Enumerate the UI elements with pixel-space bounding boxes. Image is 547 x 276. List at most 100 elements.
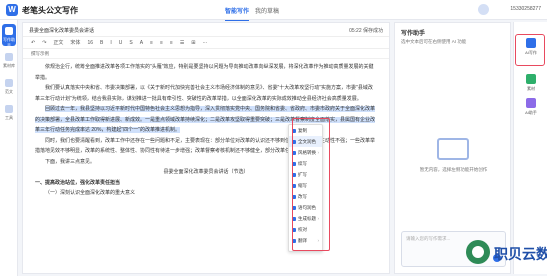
toolbar-button[interactable]: B	[100, 40, 103, 46]
app-logo: W	[6, 4, 18, 16]
context-menu-item[interactable]: 翻译 ›	[289, 235, 322, 246]
rstrip-item-ai-assistant[interactable]: AI助手	[520, 98, 542, 116]
menu-item-icon	[292, 139, 296, 144]
panel-title: 写作助手	[401, 31, 426, 37]
nav-item-writing-assistant[interactable]: 写作助手	[2, 24, 16, 48]
menu-item-label: 缩写	[298, 183, 307, 188]
folder-icon	[5, 53, 13, 61]
document-editor[interactable]: 县委全面深化改革委员会讲话 05:22 保存成功 ↶ ↷ 正文 宋体 16 B I U S A ≡ ≡…	[22, 22, 390, 274]
menu-item-icon	[292, 194, 296, 199]
toolbar-button[interactable]: ⋯	[203, 40, 208, 46]
empty-state-text: 暂无内容，选择左侧功能开始创作	[419, 167, 488, 172]
menu-item-icon	[292, 216, 296, 221]
context-menu-item[interactable]: 风格转换 ›	[289, 147, 322, 158]
watermark-logo-icon	[466, 240, 490, 264]
document-body[interactable]: 依规治企行，统筹全面推进改革各项工作落实的"头雁"效应，特别是要坚持以问题为导向…	[23, 59, 389, 199]
toolbar-button[interactable]: ≡	[160, 40, 163, 46]
toolbar-button[interactable]: 宋体	[70, 39, 80, 46]
prompt-placeholder: 请输入您的写作需求...	[406, 236, 451, 241]
left-nav: 写作助手 素材库 范文 工具	[0, 20, 18, 276]
context-menu-item[interactable]: 复制	[289, 125, 322, 136]
toolbar-button[interactable]: I	[110, 40, 111, 46]
nav-item-materials[interactable]: 素材库	[2, 50, 16, 72]
pen-icon	[5, 27, 13, 35]
menu-item-label: 全文润色	[298, 139, 316, 144]
tab-smart-writing[interactable]: 智能写作	[225, 6, 250, 21]
top-bar: W 老笔头公文写作 智能写作 我的草稿 15330258277	[0, 0, 547, 21]
document-header: 县委全面深化改革委员会讲话 05:22 保存成功	[23, 23, 389, 37]
menu-item-label: 扩写	[298, 172, 307, 177]
menu-item-label: 校对	[298, 227, 307, 232]
toolbar-button[interactable]: 16	[87, 40, 93, 46]
panel-tips: 写作助手 选中文本后可在右侧使用 AI 功能	[401, 28, 466, 45]
materials-icon	[526, 74, 536, 84]
section-title[interactable]: 县委全面深化改革委员会讲话（节选）	[35, 167, 377, 178]
paragraph[interactable]: （一）深刻认识全面深化改革的重大意义	[35, 188, 377, 199]
paragraph[interactable]: 我们要认真落实中央和省、市委决策部署，以《关于新时代加快完善社会主义市场经济体制…	[35, 83, 377, 104]
toolbar-button[interactable]: ⊞	[191, 40, 195, 46]
context-menu-item[interactable]: 扩写	[289, 169, 322, 180]
save-status: 05:22 保存成功	[349, 28, 383, 34]
app-title: 老笔头公文写作	[22, 6, 78, 15]
menu-item-icon	[292, 238, 296, 243]
menu-item-icon	[292, 227, 296, 232]
paragraph[interactable]: 同时，我们也要清醒看到，改革工作中还存在一些问题和不足，主要表现在：部分单位对改…	[35, 136, 377, 157]
highlight-frame	[515, 34, 545, 66]
example-label[interactable]: 撰写示例	[31, 51, 49, 56]
context-menu-item[interactable]: 全文润色	[289, 136, 322, 147]
menu-item-icon	[292, 161, 296, 166]
empty-box-icon	[437, 138, 469, 160]
menu-item-label: 改写	[298, 194, 307, 199]
nav-label: 写作助手	[3, 37, 15, 48]
toolbar-button[interactable]: S	[129, 40, 132, 46]
toolbar-button[interactable]: ☰	[180, 40, 184, 46]
toolbox-icon	[5, 105, 13, 113]
watermark: 职贝云数	[466, 236, 547, 272]
chevron-right-icon: ›	[317, 238, 320, 243]
context-menu-item[interactable]: 校对	[289, 224, 322, 235]
menu-item-label: 风格转换	[298, 150, 316, 155]
format-toolbar: ↶ ↷ 正文 宋体 16 B I U S A ≡ ≡ ≡ ☰ ⊞ ⋯	[23, 37, 389, 49]
ai-assistant-icon	[526, 98, 536, 108]
document-icon	[5, 79, 13, 87]
context-menu: 复制 全文润色 风格转换 › 续写 扩写 缩写 改写 语句润色 生成标题 › 校对 翻译 ›	[288, 124, 323, 252]
avatar[interactable]	[478, 4, 489, 15]
menu-item-label: 生成标题	[298, 216, 316, 221]
context-menu-item[interactable]: 生成标题 ›	[289, 213, 322, 224]
tab-my-drafts[interactable]: 我的草稿	[255, 6, 279, 15]
rstrip-item-materials[interactable]: 素材	[520, 74, 542, 92]
paragraph[interactable]: 依规治企行，统筹全面推进改革各项工作落实的"头雁"效应，特别是要坚持以问题为导向…	[35, 62, 377, 83]
toolbar-button[interactable]: U	[119, 40, 123, 46]
toolbar-button[interactable]: ≡	[170, 40, 173, 46]
document-title[interactable]: 县委全面深化改革委员会讲话	[29, 27, 94, 34]
toolbar-button[interactable]: 正文	[53, 39, 63, 46]
menu-item-label: 复制	[298, 128, 307, 133]
toolbar-button[interactable]: A	[140, 40, 143, 46]
nav-item-templates[interactable]: 范文	[2, 76, 16, 98]
nav-label: 范文	[5, 89, 13, 94]
selected-paragraph[interactable]: 回顾过去一年，我县坚持以习近平新时代中国特色社会主义思想为指导，深入贯彻落实党中…	[35, 106, 376, 133]
context-menu-item[interactable]: 语句润色	[289, 202, 322, 213]
toolbar-button[interactable]: ↷	[42, 40, 46, 46]
chevron-right-icon: ›	[317, 150, 320, 155]
menu-item-icon	[292, 205, 296, 210]
heading[interactable]: 一、提高政治站位，强化改革责任担当	[35, 178, 377, 189]
toolbar-button[interactable]: ↶	[31, 40, 35, 46]
menu-item-icon	[292, 150, 296, 155]
menu-item-label: 续写	[298, 161, 307, 166]
menu-item-icon	[292, 183, 296, 188]
menu-item-label: 翻译	[298, 238, 307, 243]
nav-item-tools[interactable]: 工具	[2, 102, 16, 124]
paragraph[interactable]: 下面，我讲三点意见。	[35, 157, 377, 168]
nav-label: 工具	[5, 115, 13, 120]
user-id[interactable]: 15330258277	[510, 6, 541, 12]
sub-toolbar: 撰写示例	[23, 49, 389, 59]
rstrip-label: AI助手	[525, 110, 537, 115]
panel-hint: 选中文本后可在右侧使用 AI 功能	[401, 39, 467, 44]
toolbar-button[interactable]: ≡	[150, 40, 153, 46]
context-menu-item[interactable]: 续写	[289, 158, 322, 169]
context-menu-item[interactable]: 缩写	[289, 180, 322, 191]
context-menu-item[interactable]: 改写	[289, 191, 322, 202]
menu-item-icon	[292, 128, 296, 133]
menu-item-icon	[292, 172, 296, 177]
